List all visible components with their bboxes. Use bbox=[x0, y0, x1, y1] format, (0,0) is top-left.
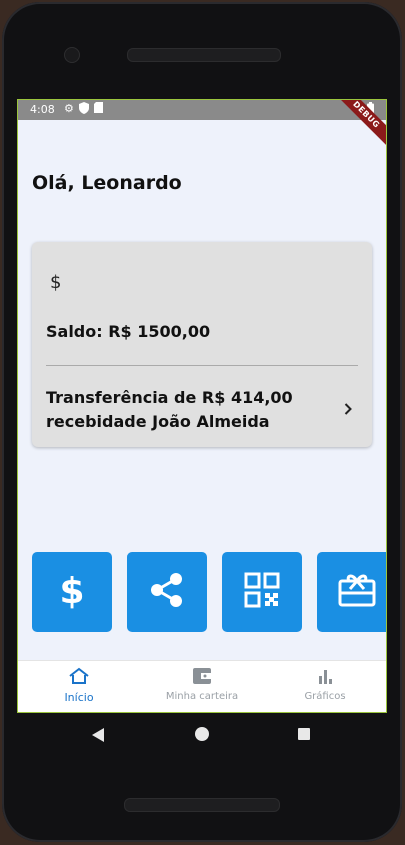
system-navigation-bar bbox=[18, 714, 386, 754]
bottom-speaker bbox=[124, 798, 280, 812]
gear-icon: ⚙ bbox=[64, 102, 74, 115]
dollar-action-button[interactable]: $ bbox=[32, 552, 112, 632]
nav-item-inicio[interactable]: Início bbox=[18, 667, 140, 704]
home-icon bbox=[68, 667, 90, 689]
share-action-button[interactable] bbox=[127, 552, 207, 632]
debug-banner: DEBUG bbox=[327, 100, 386, 154]
balance-card: $ Saldo: R$ 1500,00 Transferência de R$ … bbox=[32, 242, 372, 447]
share-icon bbox=[148, 571, 186, 613]
transfer-notice: Transferência de R$ 414,00 recebidade Jo… bbox=[46, 388, 293, 431]
dollar-icon: $ bbox=[50, 272, 62, 293]
app-screen: 4:08 ⚙ DEBUG Olá, Leonardo $ Saldo: R$ 1… bbox=[17, 99, 387, 713]
balance-text: Saldo: R$ 1500,00 bbox=[46, 322, 211, 341]
dollar-icon: $ bbox=[57, 569, 87, 615]
front-camera bbox=[64, 47, 80, 63]
bar-chart-icon bbox=[316, 670, 334, 689]
quick-actions: $ bbox=[32, 552, 386, 632]
nav-item-graficos[interactable]: Gráficos bbox=[264, 667, 386, 702]
nav-label: Gráficos bbox=[304, 691, 346, 702]
status-bar: 4:08 ⚙ DEBUG bbox=[18, 100, 386, 154]
recent-apps-icon[interactable] bbox=[298, 728, 310, 740]
sd-card-icon bbox=[93, 102, 103, 118]
bottom-navigation: Início Minha carteira Gráficos bbox=[18, 660, 386, 712]
back-icon[interactable] bbox=[92, 728, 104, 742]
gift-card-icon bbox=[338, 573, 376, 611]
nav-label: Início bbox=[64, 691, 94, 704]
wallet-icon bbox=[192, 668, 212, 689]
card-divider bbox=[46, 365, 358, 366]
svg-text:$: $ bbox=[59, 571, 84, 611]
phone-frame: 4:08 ⚙ DEBUG Olá, Leonardo $ Saldo: R$ 1… bbox=[2, 2, 402, 842]
status-time: 4:08 bbox=[30, 103, 55, 116]
greeting-title: Olá, Leonardo bbox=[32, 172, 182, 194]
nav-label: Minha carteira bbox=[165, 691, 239, 702]
gift-card-action-button[interactable] bbox=[317, 552, 386, 632]
home-button-icon[interactable] bbox=[195, 727, 209, 741]
qr-code-action-button[interactable] bbox=[222, 552, 302, 632]
shield-icon bbox=[78, 102, 89, 118]
top-speaker bbox=[127, 48, 281, 62]
qr-code-icon bbox=[244, 572, 280, 612]
nav-item-minha-carteira[interactable]: Minha carteira bbox=[141, 667, 263, 702]
chevron-right-icon bbox=[344, 400, 352, 419]
